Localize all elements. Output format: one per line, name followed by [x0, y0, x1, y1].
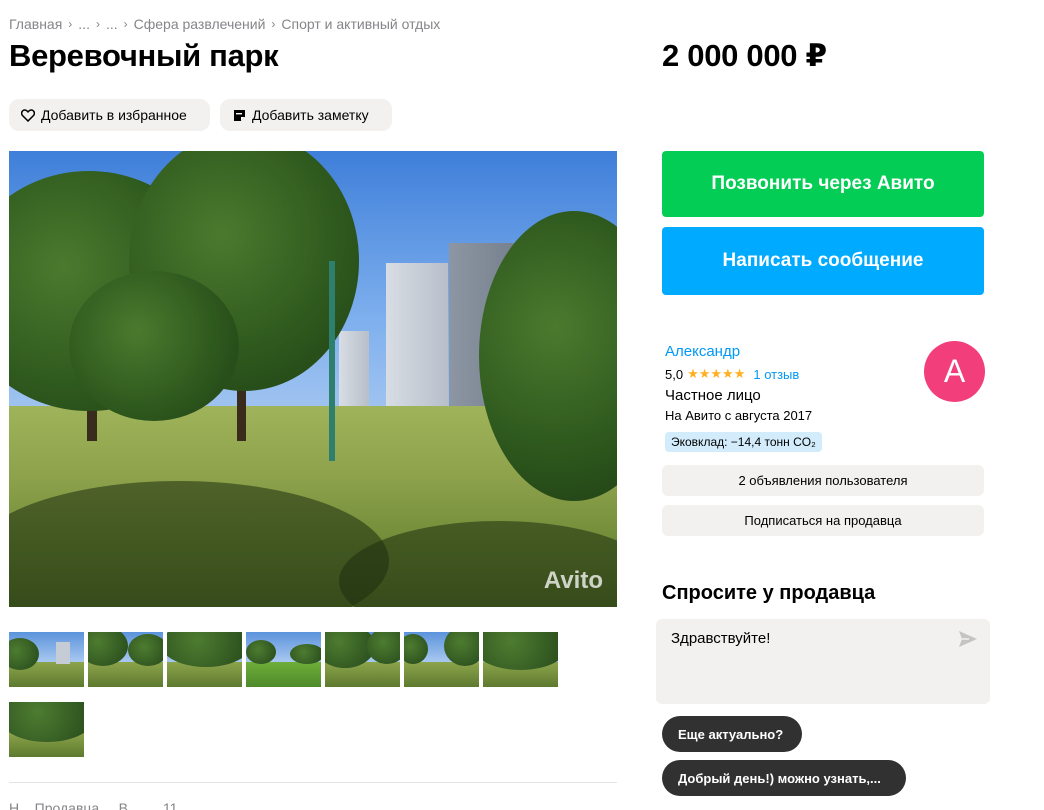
- seller-listings-button[interactable]: 2 объявления пользователя: [662, 465, 984, 496]
- reviews-link[interactable]: 1 отзыв: [753, 367, 799, 382]
- avito-watermark: Avito: [543, 567, 603, 594]
- rating-stars-icon: ★★★★★: [687, 366, 746, 381]
- main-photo[interactable]: Avito: [9, 151, 617, 607]
- breadcrumb-item[interactable]: ...: [106, 16, 118, 32]
- quick-reply-chip[interactable]: Добрый день!) можно узнать,...: [662, 760, 906, 796]
- ask-seller-heading: Спросите у продавца: [662, 582, 876, 604]
- thumbnail[interactable]: [483, 632, 558, 687]
- thumbnail-grass: [404, 662, 479, 687]
- note-icon: [232, 108, 246, 122]
- quick-reply-chip[interactable]: Еще актуально?: [662, 716, 802, 752]
- thumbnail[interactable]: [325, 632, 400, 687]
- thumbnail[interactable]: [9, 702, 84, 757]
- thumbnail-tree: [246, 640, 276, 664]
- thumbnail-tree: [9, 702, 84, 742]
- thumbnail[interactable]: [167, 632, 242, 687]
- section-divider: [9, 782, 617, 783]
- price: 2 000 000 ₽: [662, 38, 827, 73]
- avatar[interactable]: А: [924, 341, 985, 402]
- thumbnail-tree: [167, 632, 242, 667]
- breadcrumb: Главная › ... › ... › Сфера развлечений …: [9, 15, 440, 33]
- thumbnail-grass: [88, 662, 163, 687]
- seller-since: На Авито с августа 2017: [665, 408, 813, 423]
- write-message-button[interactable]: Написать сообщение: [662, 227, 984, 295]
- heart-icon: [21, 108, 35, 122]
- thumbnail[interactable]: [88, 632, 163, 687]
- send-icon[interactable]: [958, 630, 978, 648]
- breadcrumb-home[interactable]: Главная: [9, 16, 62, 32]
- subscribe-to-seller-button[interactable]: Подписаться на продавца: [662, 505, 984, 536]
- add-to-favorites-label: Добавить в избранное: [41, 107, 187, 123]
- photo-tree: [69, 271, 239, 421]
- add-to-favorites-button[interactable]: Добавить в избранное: [9, 99, 210, 131]
- breadcrumb-subcategory[interactable]: Спорт и активный отдых: [281, 16, 440, 32]
- breadcrumb-separator: ›: [95, 17, 100, 31]
- breadcrumb-item[interactable]: ...: [78, 16, 90, 32]
- photo-pole: [329, 261, 335, 461]
- thumbnail-tree: [128, 634, 163, 666]
- breadcrumb-separator: ›: [271, 17, 276, 31]
- rating-score: 5,0: [665, 366, 684, 382]
- thumbnail-tree: [290, 644, 321, 664]
- thumbnail[interactable]: [246, 632, 321, 687]
- thumbnail-building: [56, 642, 70, 664]
- thumbnail[interactable]: [9, 632, 84, 687]
- call-via-avito-button[interactable]: Позвонить через Авито: [662, 151, 984, 217]
- thumbnail-grass: [246, 662, 321, 687]
- add-note-button[interactable]: Добавить заметку: [220, 99, 392, 131]
- eco-contribution-badge: Эковклад: −14,4 тонн CO₂: [665, 432, 822, 452]
- breadcrumb-separator: ›: [68, 17, 73, 31]
- breadcrumb-category[interactable]: Сфера развлечений: [134, 16, 266, 32]
- page-title: Веревочный парк: [9, 38, 279, 73]
- breadcrumb-separator: ›: [123, 17, 128, 31]
- partially-visible-text: Н... Продавца ... В ... ... 11: [9, 800, 178, 810]
- thumbnail-tree: [483, 632, 558, 670]
- ask-seller-message-field[interactable]: [656, 619, 990, 704]
- thumbnail[interactable]: [404, 632, 479, 687]
- add-note-label: Добавить заметку: [252, 107, 369, 123]
- ask-seller-box: [656, 619, 990, 704]
